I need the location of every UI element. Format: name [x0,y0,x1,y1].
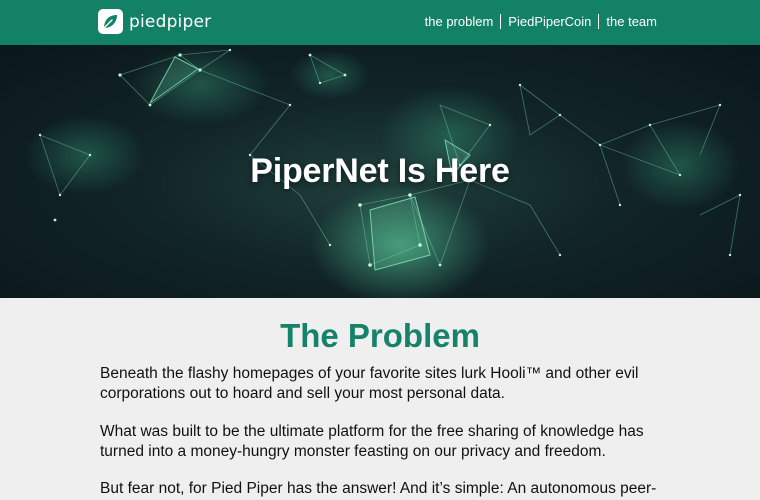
leaf-icon [98,9,123,34]
logo[interactable]: piedpiper [98,9,211,34]
problem-paragraph-1: Beneath the flashy homepages of your fav… [100,365,639,402]
top-navigation-bar: piedpiper the problem PiedPiperCoin the … [0,0,760,45]
hero-title: PiperNet Is Here [250,152,510,190]
nav-link-the-team[interactable]: the team [606,14,657,29]
problem-paragraph-2: What was built to be the ultimate platfo… [100,423,644,460]
problem-paragraph-3: But fear not, for Pied Piper has the ans… [100,480,657,497]
nav-divider [598,14,600,29]
hero-banner: PiperNet Is Here [0,45,760,298]
nav-links: the problem PiedPiperCoin the team [425,14,657,29]
nav-divider [500,14,502,29]
logo-text: piedpiper [129,11,212,32]
problem-section: The Problem Beneath the flashy homepages… [0,298,760,500]
section-title: The Problem [280,317,480,354]
nav-link-piedpipercoin[interactable]: PiedPiperCoin [508,14,591,29]
nav-link-the-problem[interactable]: the problem [425,14,494,29]
